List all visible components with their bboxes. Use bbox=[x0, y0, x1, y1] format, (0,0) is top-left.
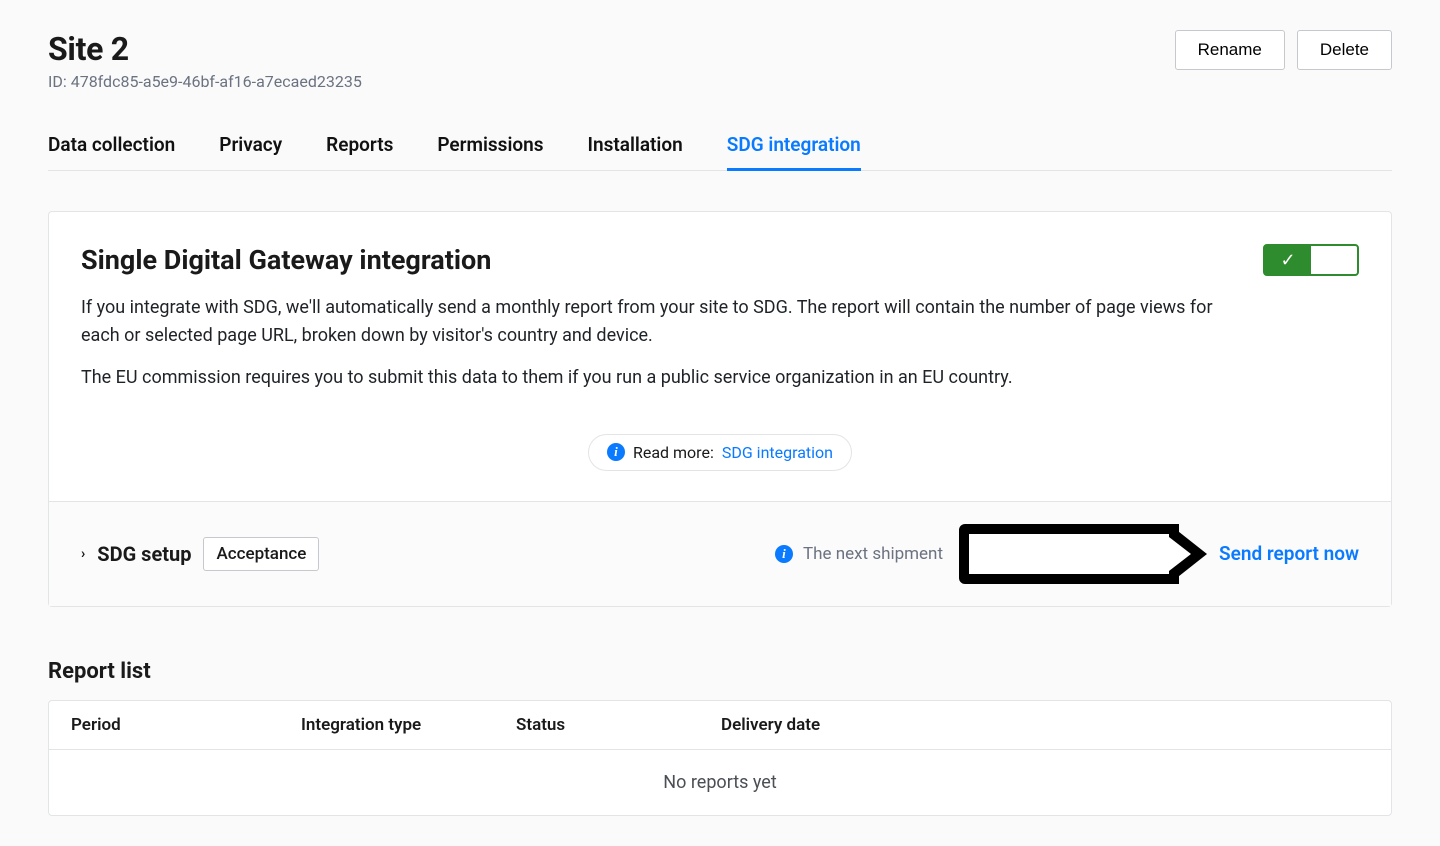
col-integration-type: Integration type bbox=[301, 715, 516, 735]
panel-heading: Single Digital Gateway integration bbox=[81, 244, 1223, 276]
sdg-panel: Single Digital Gateway integration If yo… bbox=[48, 211, 1392, 607]
info-icon: i bbox=[775, 545, 793, 563]
site-id: ID: 478fdc85-a5e9-46bf-af16-a7ecaed23235 bbox=[48, 72, 362, 91]
tab-privacy[interactable]: Privacy bbox=[219, 133, 282, 170]
toggle-knob bbox=[1311, 246, 1357, 274]
panel-description-1: If you integrate with SDG, we'll automat… bbox=[81, 294, 1223, 350]
site-id-prefix: ID: bbox=[48, 72, 71, 91]
next-shipment-label: The next shipment bbox=[803, 544, 943, 564]
send-report-now-link[interactable]: Send report now bbox=[1219, 542, 1359, 565]
sdg-setup-label[interactable]: SDG setup bbox=[97, 542, 191, 566]
rename-button[interactable]: Rename bbox=[1175, 30, 1285, 70]
site-id-value: 478fdc85-a5e9-46bf-af16-a7ecaed23235 bbox=[71, 72, 362, 91]
page-title: Site 2 bbox=[48, 30, 362, 68]
report-list-heading: Report list bbox=[48, 659, 1392, 684]
info-icon: i bbox=[607, 443, 625, 461]
readmore-label: Read more: bbox=[633, 443, 714, 462]
check-icon: ✓ bbox=[1265, 246, 1311, 274]
delete-button[interactable]: Delete bbox=[1297, 30, 1392, 70]
report-table-empty: No reports yet bbox=[49, 750, 1391, 815]
readmore-link[interactable]: SDG integration bbox=[722, 443, 833, 462]
tab-data-collection[interactable]: Data collection bbox=[48, 133, 175, 170]
col-delivery-date: Delivery date bbox=[721, 715, 1369, 735]
sdg-toggle[interactable]: ✓ bbox=[1263, 244, 1359, 276]
panel-description-2: The EU commission requires you to submit… bbox=[81, 364, 1223, 392]
tabs: Data collection Privacy Reports Permissi… bbox=[48, 133, 1392, 171]
col-status: Status bbox=[516, 715, 721, 735]
report-table: Period Integration type Status Delivery … bbox=[48, 700, 1392, 816]
chevron-right-icon[interactable]: › bbox=[81, 546, 85, 562]
tab-sdg-integration[interactable]: SDG integration bbox=[727, 133, 861, 171]
report-table-head: Period Integration type Status Delivery … bbox=[49, 701, 1391, 750]
tab-installation[interactable]: Installation bbox=[588, 133, 683, 170]
col-period: Period bbox=[71, 715, 301, 735]
tab-reports[interactable]: Reports bbox=[326, 133, 393, 170]
acceptance-badge: Acceptance bbox=[203, 537, 319, 571]
tab-permissions[interactable]: Permissions bbox=[437, 133, 543, 170]
readmore-pill: i Read more: SDG integration bbox=[588, 434, 852, 471]
redacted-arrow-annotation bbox=[959, 524, 1179, 584]
